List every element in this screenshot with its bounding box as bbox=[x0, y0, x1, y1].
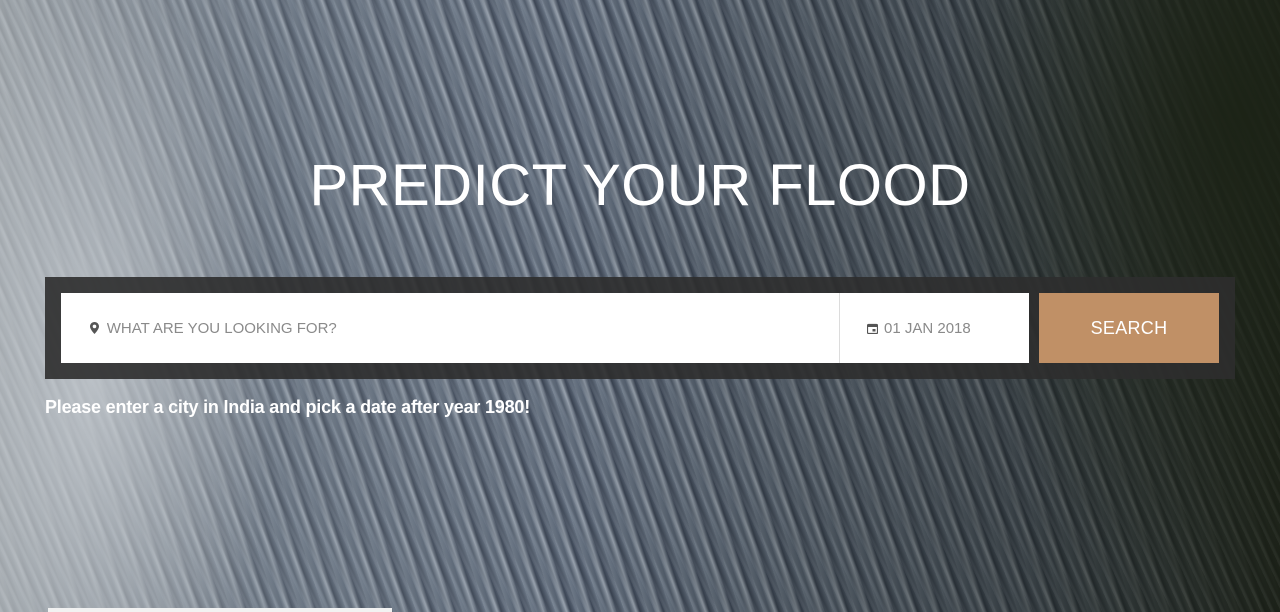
bottom-strip bbox=[48, 608, 392, 612]
search-button[interactable]: SEARCH bbox=[1039, 293, 1219, 363]
search-hint: Please enter a city in India and pick a … bbox=[45, 397, 531, 417]
hero-section: PREDICT YOUR FLOOD SEARCH Please enter a bbox=[0, 0, 1280, 612]
map-pin-icon bbox=[89, 322, 101, 334]
search-form: SEARCH bbox=[45, 277, 1235, 379]
date-field[interactable] bbox=[839, 293, 1029, 363]
location-input[interactable] bbox=[106, 319, 839, 337]
date-input[interactable] bbox=[884, 319, 1029, 337]
page-title: PREDICT YOUR FLOOD bbox=[309, 153, 971, 218]
calendar-icon bbox=[867, 322, 878, 334]
location-field[interactable] bbox=[61, 293, 839, 363]
